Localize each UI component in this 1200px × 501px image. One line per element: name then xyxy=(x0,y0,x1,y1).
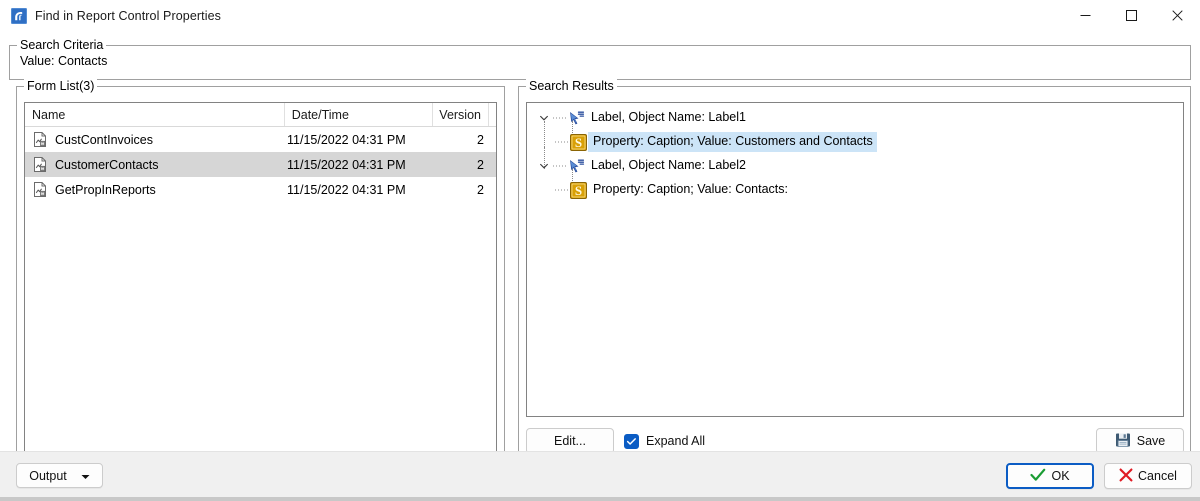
string-property-icon: S xyxy=(568,180,588,200)
search-results-treeview[interactable]: Label, Object Name: Label1 S Property: C… xyxy=(526,102,1184,417)
minimize-icon xyxy=(1080,15,1090,16)
tree-connector-dots xyxy=(555,178,568,202)
form-name-cell: CustomerContacts xyxy=(25,152,287,177)
string-property-icon: S xyxy=(568,132,588,152)
window-controls xyxy=(1062,0,1200,31)
window-bottom-edge xyxy=(0,497,1200,501)
title-bar: Find in Report Control Properties xyxy=(0,0,1200,32)
output-dropdown-button[interactable]: Output xyxy=(16,463,103,488)
form-list-body: CustContInvoices 11/15/2022 04:31 PM 2 C… xyxy=(25,127,496,202)
tree-node-label-text: Label, Object Name: Label2 xyxy=(591,158,746,172)
tree-node-property-contacts[interactable]: S Property: Caption; Value: Contacts: xyxy=(527,178,1183,202)
form-version-cell: 2 xyxy=(477,132,484,147)
table-row[interactable]: CustomerContacts 11/15/2022 04:31 PM 2 xyxy=(25,152,496,177)
dialog-window: Find in Report Control Properties Search… xyxy=(0,0,1200,501)
report-app-icon xyxy=(11,7,27,24)
tree-node-label2[interactable]: Label, Object Name: Label2 xyxy=(527,154,1183,178)
window-title: Find in Report Control Properties xyxy=(35,8,222,23)
tree-node-label-text: Property: Caption; Value: Customers and … xyxy=(588,132,877,152)
form-datetime-cell: 11/15/2022 04:31 PM xyxy=(287,132,406,147)
form-name-cell: CustContInvoices xyxy=(25,127,287,152)
svg-text:S: S xyxy=(574,183,581,198)
ok-button[interactable]: OK xyxy=(1006,463,1094,489)
form-list-group-title: Form List(3) xyxy=(24,79,98,93)
chevron-down-icon[interactable] xyxy=(535,154,553,178)
tree-node-label-text: Property: Caption; Value: Contacts: xyxy=(593,182,789,196)
form-list-group: Form List(3) Name Date/Time Version Cust… xyxy=(16,79,505,473)
output-button-label: Output xyxy=(29,468,67,483)
table-row[interactable]: GetPropInReports 11/15/2022 04:31 PM 2 xyxy=(25,177,496,202)
search-criteria-group: Search Criteria Value: Contacts xyxy=(9,38,1191,80)
green-check-icon xyxy=(1030,468,1046,485)
form-name-text: CustContInvoices xyxy=(55,132,153,147)
search-results-group-title: Search Results xyxy=(526,79,617,93)
maximize-icon xyxy=(1125,10,1137,21)
chevron-down-icon[interactable] xyxy=(535,106,553,130)
report-file-icon xyxy=(32,181,49,198)
edit-button-label: Edit... xyxy=(554,434,586,448)
dialog-client-area: Search Criteria Value: Contacts Form Lis… xyxy=(0,31,1200,473)
tree-connector-dots xyxy=(553,154,566,178)
report-file-icon xyxy=(32,156,49,173)
minimize-button[interactable] xyxy=(1062,0,1108,31)
report-file-icon xyxy=(32,131,49,148)
ok-button-label: OK xyxy=(1051,469,1070,483)
form-list-header-row: Name Date/Time Version xyxy=(25,103,496,127)
svg-text:S: S xyxy=(574,135,581,150)
form-name-text: CustomerContacts xyxy=(55,157,159,172)
label-control-icon xyxy=(566,156,586,176)
form-datetime-cell: 11/15/2022 04:31 PM xyxy=(287,157,406,172)
search-results-group: Search Results Label, Object Name: Label… xyxy=(518,79,1191,473)
column-header-datetime[interactable]: Date/Time xyxy=(284,103,434,126)
form-list-listview[interactable]: Name Date/Time Version CustContInvoices … xyxy=(24,102,497,460)
tree-node-label-text: Label, Object Name: Label1 xyxy=(591,110,746,124)
form-version-cell: 2 xyxy=(477,157,484,172)
label-control-icon xyxy=(566,108,586,128)
close-button[interactable] xyxy=(1154,0,1200,31)
search-criteria-value: Value: Contacts xyxy=(20,54,108,68)
title-bar-left: Find in Report Control Properties xyxy=(11,0,221,31)
search-criteria-group-title: Search Criteria xyxy=(17,38,107,52)
save-button-label: Save xyxy=(1136,434,1166,448)
form-version-cell: 2 xyxy=(477,182,484,197)
cancel-button[interactable]: Cancel xyxy=(1104,463,1192,489)
tree-connector-dots xyxy=(555,130,568,154)
form-name-text: GetPropInReports xyxy=(55,182,156,197)
check-icon xyxy=(626,437,636,445)
close-icon xyxy=(1171,10,1183,21)
expand-all-label: Expand All xyxy=(646,434,706,448)
cancel-button-label: Cancel xyxy=(1138,469,1177,483)
column-header-version[interactable]: Version xyxy=(433,103,489,126)
floppy-disk-icon xyxy=(1115,432,1131,451)
form-datetime-cell: 11/15/2022 04:31 PM xyxy=(287,182,406,197)
maximize-button[interactable] xyxy=(1108,0,1154,31)
expand-all-checkbox[interactable] xyxy=(624,433,639,449)
tree-connector-dots xyxy=(553,106,566,130)
tree-node-label1[interactable]: Label, Object Name: Label1 xyxy=(527,106,1183,130)
column-header-filler xyxy=(489,103,496,126)
dialog-bottom-bar: Output OK Cancel xyxy=(0,451,1200,501)
table-row[interactable]: CustContInvoices 11/15/2022 04:31 PM 2 xyxy=(25,127,496,152)
tree-node-property-customers-and-contacts[interactable]: S Property: Caption; Value: Customers an… xyxy=(527,130,1183,154)
column-header-name[interactable]: Name xyxy=(25,103,285,126)
form-name-cell: GetPropInReports xyxy=(25,177,287,202)
red-x-icon xyxy=(1119,468,1133,485)
chevron-down-icon[interactable] xyxy=(81,469,90,483)
